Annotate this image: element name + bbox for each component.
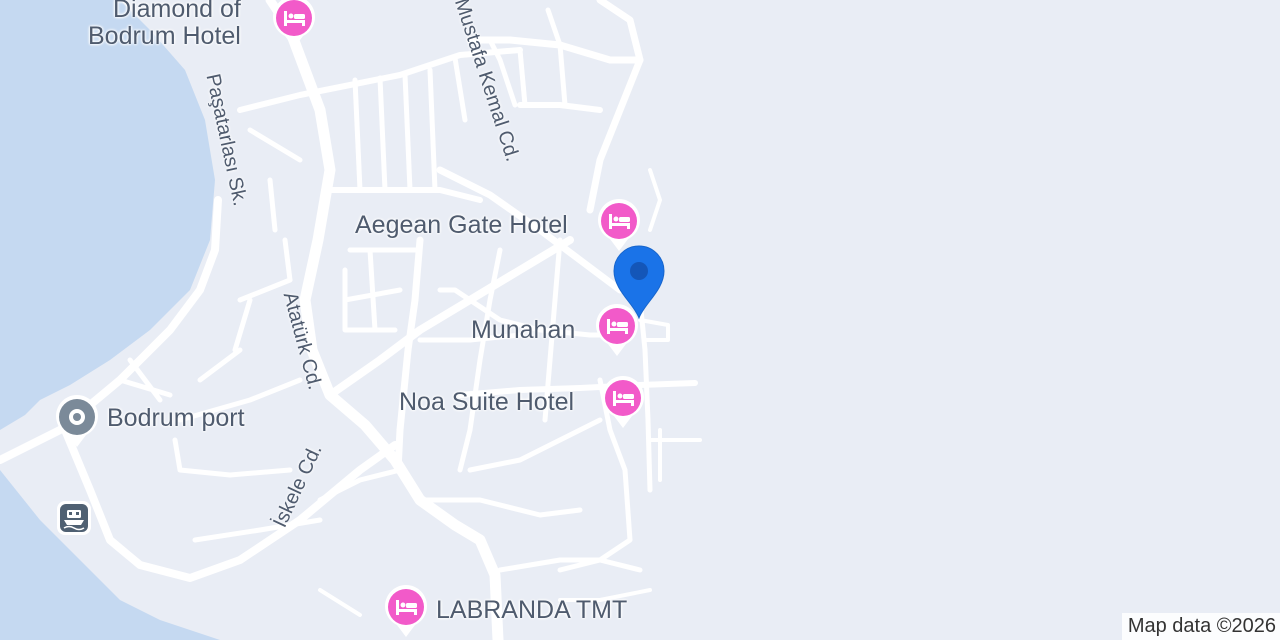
place-label-aegean-gate-hotel[interactable]: Aegean Gate Hotel xyxy=(355,213,568,238)
hotel-icon[interactable] xyxy=(383,583,429,639)
place-label-bodrum-port[interactable]: Bodrum port xyxy=(107,406,245,431)
hotel-icon[interactable] xyxy=(594,302,640,358)
place-label-noa-suite-hotel[interactable]: Noa Suite Hotel xyxy=(399,390,574,415)
hotel-icon[interactable] xyxy=(600,374,646,430)
place-label-diamond-of-bodrum-hotel[interactable]: Diamond of Bodrum Hotel xyxy=(88,0,241,50)
place-label-munahan[interactable]: Munahan xyxy=(471,318,575,343)
place-icon[interactable] xyxy=(54,393,100,449)
ferry-icon[interactable] xyxy=(56,500,92,536)
place-label-line: Bodrum Hotel xyxy=(88,22,241,50)
place-label-labranda-tmt[interactable]: LABRANDA TMT xyxy=(436,598,627,623)
map-attribution: Map data ©2026 xyxy=(1121,613,1280,640)
hotel-icon[interactable] xyxy=(271,0,317,50)
map-canvas[interactable] xyxy=(0,0,1280,640)
place-label-line: Diamond of xyxy=(113,0,241,23)
